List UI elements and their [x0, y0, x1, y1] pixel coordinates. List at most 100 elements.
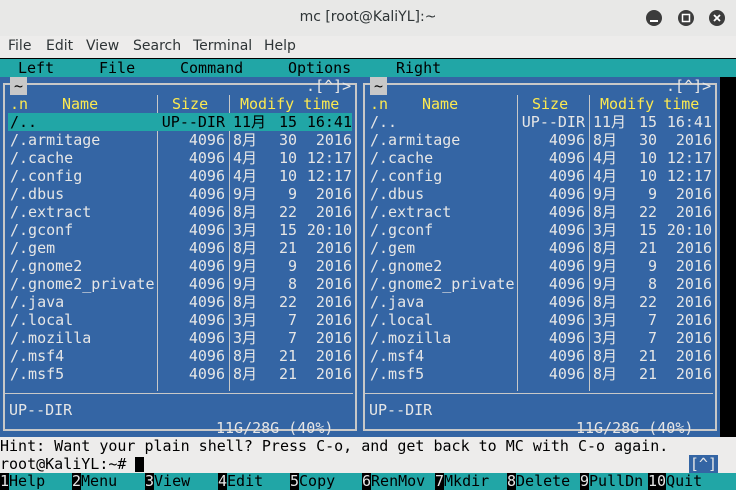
close-icon[interactable]	[709, 10, 725, 26]
fkey-pulldn[interactable]: 9PullDn	[580, 473, 649, 490]
file-row[interactable]: /.java 4096 8月 22 2016	[368, 293, 712, 311]
file-row[interactable]: /.cache 4096 4月 10 12:17	[368, 149, 712, 167]
panel-path[interactable]: ~	[370, 77, 388, 95]
file-row[interactable]: /.gnome2 4096 9月 9 2016	[8, 257, 352, 275]
mc-menu-command[interactable]: Command	[180, 59, 243, 77]
file-month: 4月	[233, 149, 258, 167]
menu-file[interactable]: File	[8, 38, 31, 54]
file-row[interactable]: /.gconf 4096 3月 15 20:10	[368, 221, 712, 239]
file-row[interactable]: /.armitage 4096 8月 30 2016	[8, 131, 352, 149]
file-month: 3月	[593, 311, 618, 329]
file-row[interactable]: /.gnome2_private 4096 9月 8 2016	[368, 275, 712, 293]
mc-menu-options[interactable]: Options	[288, 59, 351, 77]
file-row[interactable]: /.gnome2_private 4096 9月 8 2016	[8, 275, 352, 293]
menu-terminal[interactable]: Terminal	[193, 38, 252, 54]
column-header-sort[interactable]: .n	[370, 95, 388, 113]
fkey-view[interactable]: 3View	[145, 473, 219, 490]
fkey-quit[interactable]: 10Quit	[648, 473, 736, 490]
file-row[interactable]: /.extract 4096 8月 22 2016	[368, 203, 712, 221]
minimize-icon[interactable]	[646, 10, 662, 26]
right-panel[interactable]: ~ .[^]> .n Name Size Modify time /.. UP--DIR 11月…	[360, 77, 720, 437]
mc-menu-left[interactable]: Left	[18, 59, 54, 77]
file-row[interactable]: /.java 4096 8月 22 2016	[8, 293, 352, 311]
fkey-edit[interactable]: 4Edit	[218, 473, 291, 490]
panel-path[interactable]: ~	[10, 77, 28, 95]
fkey-help[interactable]: 1Help	[0, 473, 73, 490]
file-month: 8月	[233, 365, 258, 383]
fkey-label: Help	[9, 473, 73, 490]
file-row[interactable]: /.msf5 4096 8月 21 2016	[368, 365, 712, 383]
menu-search[interactable]: Search	[133, 38, 181, 54]
file-time: 2016	[315, 239, 352, 257]
file-row[interactable]: /.gnome2 4096 9月 9 2016	[368, 257, 712, 275]
column-header-modify[interactable]: Modify time	[240, 95, 339, 113]
file-row[interactable]: /.dbus 4096 9月 9 2016	[8, 185, 352, 203]
file-size: 4096	[188, 167, 225, 185]
left-panel[interactable]: ~ .[^]> .n Name Size Modify time /.. UP--DIR 11月…	[0, 77, 360, 437]
text-cursor	[135, 457, 145, 472]
menu-edit[interactable]: Edit	[46, 38, 73, 54]
file-row[interactable]: /.dbus 4096 9月 9 2016	[368, 185, 712, 203]
file-name: /.gnome2	[10, 257, 83, 275]
fkey-number: 5	[290, 472, 300, 490]
maximize-icon[interactable]	[678, 10, 694, 26]
file-size: 4096	[548, 149, 585, 167]
file-month: 4月	[593, 167, 618, 185]
file-day: 10	[638, 149, 657, 167]
panel-history-button[interactable]: .[^]>	[306, 77, 351, 95]
file-time: 2016	[675, 185, 712, 203]
mc-menu-right[interactable]: Right	[396, 59, 441, 77]
column-header-sort[interactable]: .n	[10, 95, 28, 113]
file-day: 22	[278, 293, 297, 311]
file-size: 4096	[548, 221, 585, 239]
file-row[interactable]: /.config 4096 4月 10 12:17	[8, 167, 352, 185]
fkey-mkdir[interactable]: 7Mkdir	[435, 473, 508, 490]
file-day: 8	[647, 275, 657, 293]
file-size: 4096	[548, 365, 585, 383]
file-row[interactable]: /.gconf 4096 3月 15 20:10	[8, 221, 352, 239]
fkey-label: PullDn	[589, 473, 649, 490]
column-header-size[interactable]: Size	[172, 95, 208, 113]
terminal-menubar: File Edit View Search Terminal Help	[0, 36, 736, 58]
column-header-size[interactable]: Size	[532, 95, 568, 113]
file-month: 9月	[593, 185, 618, 203]
file-name: /.gnome2_private	[10, 275, 155, 293]
panel-history-button[interactable]: .[^]>	[666, 77, 711, 95]
file-size: 4096	[548, 275, 585, 293]
column-header-name[interactable]: Name	[422, 95, 458, 113]
file-row[interactable]: /.msf5 4096 8月 21 2016	[8, 365, 352, 383]
mc-menu-file[interactable]: File	[99, 59, 135, 77]
fkey-delete[interactable]: 8Delete	[507, 473, 581, 490]
file-row[interactable]: /.msf4 4096 8月 21 2016	[368, 347, 712, 365]
fkey-menu[interactable]: 2Menu	[72, 473, 146, 490]
prompt-history-button[interactable]: [^]	[688, 455, 718, 473]
command-prompt[interactable]: root@KaliYL:~# [^]	[0, 455, 736, 473]
file-name: /.java	[370, 293, 425, 311]
column-header-name[interactable]: Name	[62, 95, 98, 113]
file-row[interactable]: /.. UP--DIR 11月 15 16:41	[8, 113, 352, 131]
file-row[interactable]: /.cache 4096 4月 10 12:17	[8, 149, 352, 167]
file-time: 12:17	[306, 167, 352, 185]
file-row[interactable]: /.gem 4096 8月 21 2016	[8, 239, 352, 257]
menu-view[interactable]: View	[86, 38, 119, 54]
fkey-renmov[interactable]: 6RenMov	[362, 473, 436, 490]
file-row[interactable]: /.local 4096 3月 7 2016	[368, 311, 712, 329]
file-row[interactable]: /.local 4096 3月 7 2016	[8, 311, 352, 329]
file-row[interactable]: /.gem 4096 8月 21 2016	[368, 239, 712, 257]
file-time: 2016	[675, 311, 712, 329]
file-time: 2016	[315, 131, 352, 149]
file-row[interactable]: /.mozilla 4096 3月 7 2016	[368, 329, 712, 347]
file-row[interactable]: /.msf4 4096 8月 21 2016	[8, 347, 352, 365]
file-row[interactable]: /.armitage 4096 8月 30 2016	[368, 131, 712, 149]
file-row[interactable]: /.. UP--DIR 11月 15 16:41	[368, 113, 712, 131]
file-month: 11月	[593, 113, 627, 131]
file-row[interactable]: /.extract 4096 8月 22 2016	[8, 203, 352, 221]
file-size: 4096	[548, 347, 585, 365]
fkey-copy[interactable]: 5Copy	[290, 472, 363, 490]
file-month: 8月	[593, 365, 618, 383]
menu-help[interactable]: Help	[264, 38, 296, 54]
file-row[interactable]: /.mozilla 4096 3月 7 2016	[8, 329, 352, 347]
file-row[interactable]: /.config 4096 4月 10 12:17	[368, 167, 712, 185]
file-month: 8月	[233, 239, 258, 257]
column-header-modify[interactable]: Modify time	[600, 95, 699, 113]
